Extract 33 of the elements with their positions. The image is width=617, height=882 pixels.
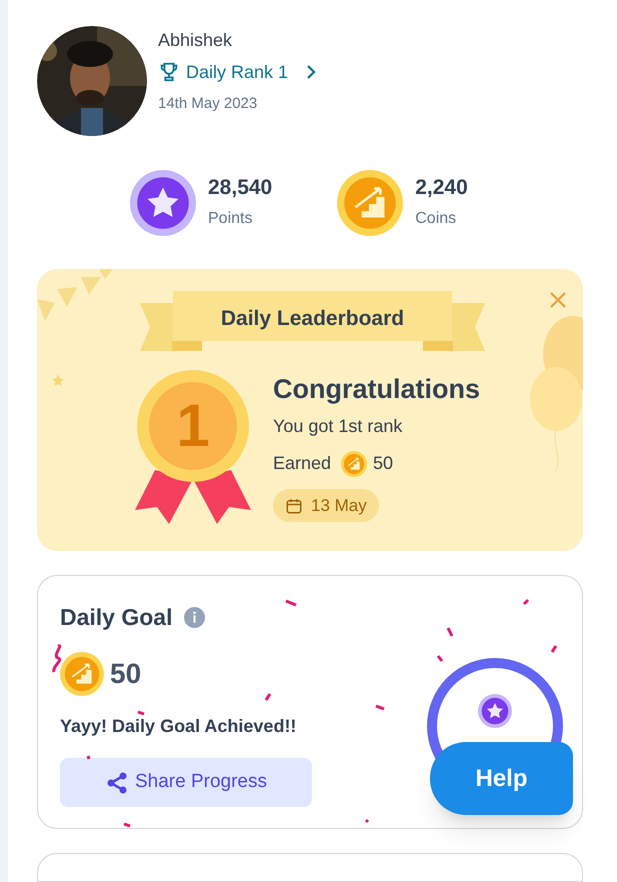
- date-chip: 13 May: [273, 489, 379, 522]
- share-icon: [104, 770, 129, 794]
- calendar-icon: [285, 496, 303, 514]
- coin-icon: [341, 450, 368, 476]
- goal-coins: 50: [110, 657, 142, 691]
- star-badge-icon: [130, 170, 196, 236]
- stat-label: Points: [208, 209, 254, 229]
- chevron-right-icon: [306, 64, 316, 80]
- trophy-icon: [158, 61, 180, 83]
- close-button[interactable]: [549, 291, 567, 309]
- info-icon: [184, 606, 206, 628]
- medal-icon: [135, 370, 251, 524]
- share-progress-button[interactable]: Share Progress: [60, 758, 312, 807]
- earned-label: Earned: [273, 452, 332, 475]
- user-name: Abhishek: [158, 29, 234, 52]
- banner-title: Daily Leaderboard: [220, 306, 406, 332]
- congrats-title: Congratulations: [273, 373, 480, 406]
- daily-rank-link[interactable]: Daily Rank 1: [158, 60, 316, 84]
- goal-title: Daily Goal: [60, 603, 172, 632]
- help-button[interactable]: Help: [430, 742, 573, 815]
- coin-icon: [337, 170, 404, 236]
- medal-number: 1: [175, 391, 211, 461]
- profile-date: 14th May 2023: [158, 94, 258, 114]
- star-badge-icon: [478, 694, 512, 728]
- stat-label: Coins: [415, 209, 458, 229]
- stat-value: 28,540: [208, 175, 272, 201]
- close-icon: [549, 291, 567, 309]
- coin-icon: [60, 652, 104, 696]
- star-icon: [51, 373, 65, 387]
- stat-value: 2,240: [415, 175, 468, 201]
- rank-message: You got 1st rank: [273, 415, 404, 438]
- goal-message: Yayy! Daily Goal Achieved!!: [60, 715, 296, 738]
- earned-amount: 50: [373, 452, 394, 475]
